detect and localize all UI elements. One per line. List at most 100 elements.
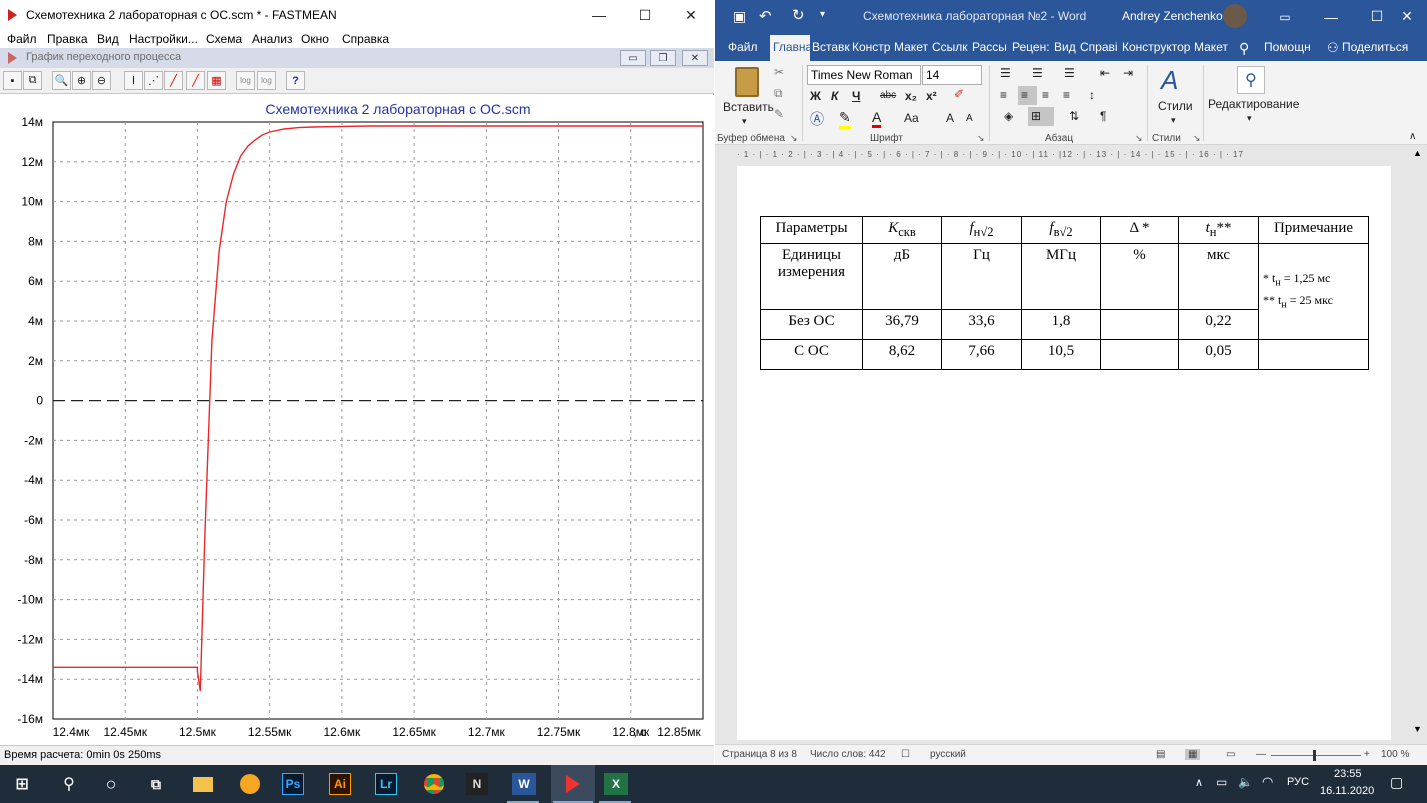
show-marks-icon[interactable]: ¶ bbox=[1100, 109, 1106, 123]
collapse-ribbon-icon[interactable]: ∧ bbox=[1409, 131, 1416, 142]
line-spacing-icon[interactable]: ↕ bbox=[1089, 88, 1095, 102]
format-painter-icon[interactable]: ✎ bbox=[774, 107, 784, 121]
save-icon[interactable]: ▣ bbox=[733, 8, 746, 25]
table-cell[interactable] bbox=[1258, 339, 1369, 370]
close-button[interactable]: ✕ bbox=[668, 0, 714, 30]
photoshop-icon[interactable]: Ps bbox=[282, 773, 304, 795]
underline-button[interactable]: Ч bbox=[852, 89, 860, 103]
results-table[interactable]: Параметры Kскв fн√2 fв√2 Δ * tн** Примеч… bbox=[760, 216, 1369, 370]
styles-icon[interactable]: A bbox=[1161, 65, 1178, 96]
web-layout-icon[interactable]: ▭ bbox=[1226, 749, 1235, 760]
superscript-button[interactable]: x² bbox=[926, 89, 937, 103]
highlight-icon[interactable]: ✎ bbox=[839, 109, 851, 129]
help-icon[interactable]: ? bbox=[286, 71, 305, 90]
table-cell[interactable]: Без ОС bbox=[760, 309, 863, 340]
notion-icon[interactable]: N bbox=[466, 773, 488, 795]
minimize-button[interactable]: — bbox=[1308, 0, 1354, 33]
align-left-icon[interactable]: ≡ bbox=[1000, 88, 1007, 102]
tab-review[interactable]: Рецен: bbox=[1012, 40, 1050, 54]
table-cell[interactable] bbox=[1100, 309, 1179, 340]
font-name-field[interactable]: Times New Roman bbox=[807, 65, 921, 85]
table-cell[interactable]: 8,62 bbox=[862, 339, 942, 370]
word-icon[interactable]: W bbox=[512, 773, 536, 795]
decrease-indent-icon[interactable]: ⇤ bbox=[1100, 66, 1110, 80]
menu-scheme[interactable]: Схема bbox=[206, 32, 242, 46]
close-button[interactable]: ✕ bbox=[1387, 0, 1427, 33]
child-minimize-button[interactable]: ▭ bbox=[620, 50, 646, 66]
italic-button[interactable]: К bbox=[831, 89, 838, 103]
user-name[interactable]: Andrey Zenchenko bbox=[1122, 9, 1223, 23]
paste-icon[interactable] bbox=[735, 67, 759, 97]
sort-icon[interactable]: ⇅ bbox=[1069, 109, 1079, 123]
text-effects-icon[interactable]: Ⓐ bbox=[810, 109, 824, 129]
tab-table-layout[interactable]: Макет bbox=[1194, 40, 1228, 54]
tab-layout[interactable]: Макет bbox=[894, 40, 930, 54]
save-icon[interactable]: ▪ bbox=[3, 71, 22, 90]
scroll-up-icon[interactable]: ▲ bbox=[1413, 148, 1422, 158]
table-cell[interactable]: дБ bbox=[862, 243, 942, 310]
battery-icon[interactable]: ▭ bbox=[1216, 775, 1227, 789]
tab-insert[interactable]: Вставк bbox=[812, 40, 850, 54]
table-cell[interactable]: 10,5 bbox=[1021, 339, 1101, 370]
red-line-icon[interactable]: ╱ bbox=[186, 71, 205, 90]
styles-chevron-icon[interactable]: ▾ bbox=[1171, 115, 1176, 126]
clear-formatting-icon[interactable]: ✐ bbox=[954, 87, 964, 101]
paste-button[interactable]: Вставить bbox=[723, 100, 774, 114]
menu-window[interactable]: Окно bbox=[301, 32, 329, 46]
tab-home[interactable]: Главна bbox=[770, 35, 810, 61]
table-cell[interactable]: Примечание bbox=[1258, 216, 1369, 244]
notifications-icon[interactable]: ▢ bbox=[1390, 774, 1403, 791]
start-icon[interactable]: ⊞ bbox=[8, 770, 36, 798]
increase-indent-icon[interactable]: ⇥ bbox=[1123, 66, 1133, 80]
child-close-button[interactable]: ✕ bbox=[682, 50, 708, 66]
menu-file[interactable]: Файл bbox=[7, 32, 37, 46]
cut-icon[interactable]: ✂ bbox=[774, 65, 784, 79]
fastmean-icon[interactable] bbox=[559, 770, 587, 798]
clipboard-launcher-icon[interactable]: ↘ bbox=[790, 133, 798, 144]
borders-icon[interactable]: ⊞ bbox=[1031, 109, 1041, 123]
clock-time[interactable]: 23:55 bbox=[1334, 768, 1362, 780]
table-cell[interactable]: Гц bbox=[941, 243, 1022, 310]
tray-chevron-icon[interactable]: ∧ bbox=[1195, 776, 1203, 789]
table-cell[interactable]: % bbox=[1100, 243, 1179, 310]
align-right-icon[interactable]: ≡ bbox=[1042, 88, 1049, 102]
font-size-field[interactable]: 14 bbox=[922, 65, 982, 85]
shading-icon[interactable]: ◈ bbox=[1004, 109, 1013, 123]
table-cell[interactable]: tн** bbox=[1178, 216, 1259, 244]
table-cell[interactable]: Параметры bbox=[760, 216, 863, 244]
illustrator-icon[interactable]: Ai bbox=[329, 773, 351, 795]
zoom-icon[interactable]: 🔍 bbox=[52, 71, 71, 90]
log-y-icon[interactable]: log bbox=[257, 71, 276, 90]
clock-date[interactable]: 16.11.2020 bbox=[1320, 785, 1374, 797]
numbering-icon[interactable]: ☰ bbox=[1032, 66, 1043, 80]
volume-icon[interactable]: 🔈 bbox=[1238, 775, 1253, 789]
editing-button[interactable]: Редактирование bbox=[1208, 97, 1299, 111]
word-titlebar[interactable]: ▣ ↶ ↻ ▾ Схемотехника лабораторная №2 - W… bbox=[715, 0, 1427, 33]
table-cell[interactable]: Единицы измерения bbox=[760, 243, 863, 310]
chrome-icon[interactable] bbox=[420, 770, 448, 798]
table-cell[interactable]: 0,22 bbox=[1178, 309, 1259, 340]
table-cell[interactable]: мкс bbox=[1178, 243, 1259, 310]
explorer-icon[interactable] bbox=[189, 770, 217, 798]
vertical-ruler[interactable] bbox=[715, 166, 737, 740]
table-cell[interactable]: С ОС bbox=[760, 339, 863, 370]
multilevel-list-icon[interactable]: ☰ bbox=[1064, 66, 1075, 80]
table-cell[interactable]: fв√2 bbox=[1021, 216, 1101, 244]
menu-settings[interactable]: Настройки... bbox=[129, 32, 198, 46]
dots-line-icon[interactable]: ⋰ bbox=[144, 71, 163, 90]
horizontal-ruler[interactable]: · 1 · | · 1 · 2 · | · 3 · | 4 · | · 5 · … bbox=[715, 146, 1427, 166]
tab-design[interactable]: Констр bbox=[852, 40, 890, 54]
share-button[interactable]: Поделиться bbox=[1342, 40, 1408, 54]
table-cell[interactable]: Kскв bbox=[862, 216, 942, 244]
read-mode-icon[interactable]: ▤ bbox=[1156, 749, 1165, 760]
minimize-button[interactable]: — bbox=[576, 0, 622, 30]
shrink-font-button[interactable]: A bbox=[966, 113, 973, 124]
tab-file[interactable]: Файл bbox=[728, 40, 758, 54]
print-layout-icon[interactable]: ▦ bbox=[1185, 749, 1201, 760]
lightbulb-icon[interactable]: ⚲ bbox=[1239, 40, 1249, 57]
maximize-button[interactable]: ☐ bbox=[622, 0, 668, 30]
lightroom-icon[interactable]: Lr bbox=[375, 773, 397, 795]
document-page[interactable]: Параметры Kскв fн√2 fв√2 Δ * tн** Примеч… bbox=[737, 166, 1391, 740]
menu-edit[interactable]: Правка bbox=[47, 32, 88, 46]
share-icon[interactable]: ⚇ bbox=[1327, 40, 1339, 56]
